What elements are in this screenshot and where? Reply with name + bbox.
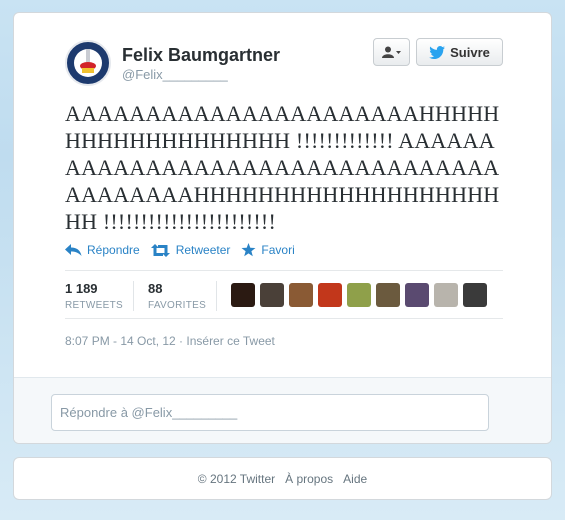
- tweet-text: AAAAAAAAAAAAAAAAAAAAAAHHHHHHHHHHHHHHHHHH…: [65, 101, 500, 234]
- retweet-label: Retweeter: [175, 243, 231, 257]
- caret-down-icon: [395, 51, 401, 54]
- retweets-count: 1 189: [65, 281, 98, 296]
- favoriters-avatars: [231, 283, 488, 311]
- reply-label: Répondre: [87, 243, 140, 257]
- favoriter-avatar[interactable]: [231, 283, 256, 307]
- user-icon: [381, 46, 401, 58]
- retweet-icon: [150, 243, 170, 257]
- retweets-label: RETWEETS: [65, 300, 123, 311]
- favoriter-avatar[interactable]: [463, 283, 488, 307]
- favoriter-avatar[interactable]: [347, 283, 372, 307]
- tweet-card: Felix Baumgartner @Felix_________ Suivre…: [13, 12, 552, 444]
- author-handle[interactable]: @Felix_________: [122, 67, 228, 82]
- favoriter-avatar[interactable]: [260, 283, 285, 307]
- twitter-bird-icon: [429, 45, 446, 59]
- footer-help-link[interactable]: Aide: [343, 472, 367, 486]
- tweet-actions: Répondre Retweeter Favori: [65, 243, 295, 257]
- favoriter-avatar[interactable]: [434, 283, 459, 307]
- footer-about-link[interactable]: À propos: [285, 472, 333, 486]
- tweet-stats: 1 189 RETWEETS 88 FAVORITES: [65, 281, 488, 311]
- tweet-timestamp[interactable]: 8:07 PM - 14 Oct, 12 · Insérer ce Tweet: [65, 334, 275, 348]
- favorites-stat[interactable]: 88 FAVORITES: [147, 281, 218, 311]
- favorites-label: FAVORITES: [147, 300, 207, 311]
- favorites-count: 88: [147, 281, 163, 296]
- avatar[interactable]: [65, 40, 111, 86]
- favoriter-avatar[interactable]: [318, 283, 343, 307]
- divider: [65, 270, 503, 271]
- reply-icon: [65, 244, 82, 256]
- user-actions-button[interactable]: [373, 38, 410, 66]
- retweets-stat[interactable]: 1 189 RETWEETS: [65, 281, 134, 311]
- reply-input[interactable]: Répondre à @Felix_________: [51, 394, 489, 431]
- footer: © 2012 Twitter À propos Aide: [13, 457, 552, 500]
- favorite-label: Favori: [261, 243, 295, 257]
- favorite-action[interactable]: Favori: [241, 243, 295, 257]
- divider: [65, 318, 503, 319]
- red-bull-stratos-logo-icon: [68, 43, 108, 83]
- star-icon: [241, 243, 256, 257]
- footer-copyright: © 2012 Twitter: [197, 471, 276, 486]
- favoriter-avatar[interactable]: [376, 283, 401, 307]
- retweet-action[interactable]: Retweeter: [150, 243, 231, 257]
- reply-area: Répondre à @Felix_________: [14, 377, 551, 443]
- favoriter-avatar[interactable]: [405, 283, 430, 307]
- author-name[interactable]: Felix Baumgartner: [122, 45, 280, 66]
- follow-label: Suivre: [450, 44, 490, 60]
- favoriter-avatar[interactable]: [289, 283, 314, 307]
- follow-button[interactable]: Suivre: [416, 38, 503, 66]
- reply-action[interactable]: Répondre: [65, 243, 140, 257]
